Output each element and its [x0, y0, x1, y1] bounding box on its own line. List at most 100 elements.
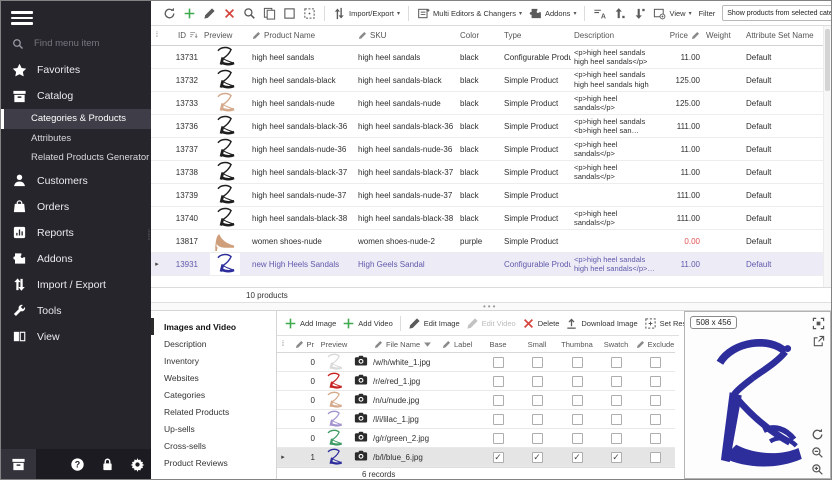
checkbox-exclude[interactable]: [650, 395, 661, 406]
image-row[interactable]: 0/n/u/nude.jpg: [277, 391, 675, 410]
checkbox-exclude[interactable]: [650, 376, 661, 387]
footer-settings-button[interactable]: [123, 449, 151, 479]
sidebar-item-import-export[interactable]: Import / Export: [1, 272, 151, 298]
column-header-exclude[interactable]: Exclude: [635, 340, 675, 349]
add-product-icon[interactable]: [183, 7, 196, 20]
checkbox-thumbnail[interactable]: [572, 433, 583, 444]
checkbox-thumbnail[interactable]: [572, 414, 583, 425]
fit-to-window-icon[interactable]: [812, 317, 825, 330]
table-row[interactable]: 13732high heel sandals-blackhigh heel sa…: [151, 69, 823, 92]
tab-product-reviews[interactable]: Product Reviews: [151, 454, 276, 471]
edit-video-button[interactable]: Edit Video: [466, 317, 516, 330]
multi-editors-button[interactable]: Multi Editors & Changers ▾: [417, 7, 522, 20]
column-header-attribute-set-name[interactable]: Attribute Set Name: [743, 31, 823, 40]
checkbox-base[interactable]: [493, 433, 504, 444]
footer-lock-button[interactable]: [94, 449, 122, 479]
table-row[interactable]: 13737high heel sandals-nude-36high heel …: [151, 138, 823, 161]
tab-cross-sells[interactable]: Cross-sells: [151, 437, 276, 454]
zoom-out-icon[interactable]: [811, 446, 824, 459]
refresh-icon[interactable]: [163, 7, 176, 20]
vertical-scrollbar[interactable]: [823, 26, 831, 288]
checkbox-small[interactable]: [532, 376, 543, 387]
scrollbar-thumb[interactable]: [825, 29, 830, 91]
column-header-thumbna[interactable]: Thumbna: [557, 340, 597, 349]
select-icon[interactable]: [283, 7, 296, 20]
checkbox-thumbnail[interactable]: [572, 357, 583, 368]
column-header-base[interactable]: Base: [479, 340, 517, 349]
table-row[interactable]: 13733high heel sandals-nudehigh heel san…: [151, 92, 823, 115]
checkbox-base[interactable]: [493, 357, 504, 368]
footer-store-button[interactable]: [1, 449, 36, 479]
column-header-weight[interactable]: Weight: [703, 31, 743, 40]
column-header-id[interactable]: ID: [163, 31, 201, 40]
image-row[interactable]: 0/r/e/red_1.jpg: [277, 372, 675, 391]
image-row[interactable]: 0/w/h/white_1.jpg: [277, 353, 675, 372]
column-header-preview[interactable]: Preview: [201, 31, 249, 40]
column-header-small[interactable]: Small: [517, 340, 557, 349]
horizontal-splitter[interactable]: •••: [151, 302, 831, 311]
tab-description[interactable]: Description: [151, 335, 276, 352]
addons-button[interactable]: Addons ▾: [529, 7, 576, 20]
column-header-sku[interactable]: SKU: [355, 31, 457, 40]
sidebar-item-tools[interactable]: Tools: [1, 298, 151, 324]
tab-images-and-video[interactable]: Images and Video: [151, 318, 276, 335]
column-header-description[interactable]: Description: [571, 31, 659, 40]
tab-inventory[interactable]: Inventory: [151, 352, 276, 369]
column-header-preview[interactable]: Preview: [317, 340, 351, 349]
search-input[interactable]: [32, 37, 132, 50]
checkbox-exclude[interactable]: [650, 357, 661, 368]
download-image-button[interactable]: Download Image: [565, 317, 637, 330]
checkbox-small[interactable]: [532, 414, 543, 425]
column-header-swatch[interactable]: Swatch: [597, 340, 635, 349]
move-down-icon[interactable]: [633, 7, 646, 20]
copy-icon[interactable]: [263, 7, 276, 20]
image-row[interactable]: 0/l/i/lilac_1.jpg: [277, 410, 675, 429]
row-expander[interactable]: ▸: [151, 260, 163, 268]
column-header-type[interactable]: Type: [501, 31, 571, 40]
column-header-product-name[interactable]: Product Name: [249, 31, 355, 40]
checkbox-thumbnail[interactable]: [572, 376, 583, 387]
sidebar-item-view[interactable]: View: [1, 324, 151, 350]
table-row[interactable]: 13739high heel sandals-nude-37high heel …: [151, 184, 823, 207]
checkbox-small[interactable]: ✓: [532, 452, 543, 463]
checkbox-base[interactable]: [493, 395, 504, 406]
menu-toggle-icon[interactable]: [11, 8, 33, 26]
image-row[interactable]: ▸1/b/l/blue_6.jpg✓✓✓✓: [277, 448, 675, 467]
delete-image-button[interactable]: Delete: [522, 317, 560, 330]
checkbox-thumbnail[interactable]: ✓: [572, 452, 583, 463]
sort-alpha-icon[interactable]: A: [593, 7, 606, 20]
sidebar-subitem-related-products-generator[interactable]: Related Products Generator: [1, 148, 151, 168]
sidebar-item-addons[interactable]: Addons: [1, 246, 151, 272]
column-header-pr[interactable]: Pr: [289, 340, 317, 349]
column-header-price[interactable]: Price: [659, 31, 703, 40]
row-expander[interactable]: ▸: [277, 453, 289, 461]
sidebar-item-favorites[interactable]: Favorites: [1, 57, 151, 83]
zoom-in-icon[interactable]: [811, 463, 824, 476]
sidebar-subitem-attributes[interactable]: Attributes: [1, 129, 151, 149]
table-row[interactable]: 13736high heel sandals-black-36high heel…: [151, 115, 823, 138]
column-header-file-name[interactable]: File Name: [371, 340, 439, 349]
sidebar-item-customers[interactable]: Customers: [1, 168, 151, 194]
sidebar-subitem-categories-products[interactable]: Categories & Products: [1, 109, 151, 129]
checkbox-swatch[interactable]: [611, 395, 622, 406]
checkbox-swatch[interactable]: [611, 433, 622, 444]
checkbox-small[interactable]: [532, 357, 543, 368]
search-products-icon[interactable]: [243, 7, 256, 20]
checkbox-base[interactable]: ✓: [493, 452, 504, 463]
reload-image-icon[interactable]: [811, 428, 824, 441]
checkbox-base[interactable]: [493, 414, 504, 425]
column-header-label[interactable]: Label: [439, 340, 479, 349]
tab-websites[interactable]: Websites: [151, 369, 276, 386]
tab-related-products[interactable]: Related Products: [151, 403, 276, 420]
delete-product-icon[interactable]: [223, 7, 236, 20]
checkbox-swatch[interactable]: [611, 357, 622, 368]
add-video-button[interactable]: Add Video: [342, 317, 392, 330]
checkbox-swatch[interactable]: [611, 376, 622, 387]
view-button[interactable]: View ▾: [653, 7, 691, 20]
checkbox-swatch[interactable]: [611, 414, 622, 425]
checkbox-thumbnail[interactable]: [572, 395, 583, 406]
table-row[interactable]: 13731high heel sandalshigh heel sandalsb…: [151, 46, 823, 69]
checkbox-swatch[interactable]: ✓: [611, 452, 622, 463]
checkbox-small[interactable]: [532, 395, 543, 406]
checkbox-base[interactable]: [493, 376, 504, 387]
